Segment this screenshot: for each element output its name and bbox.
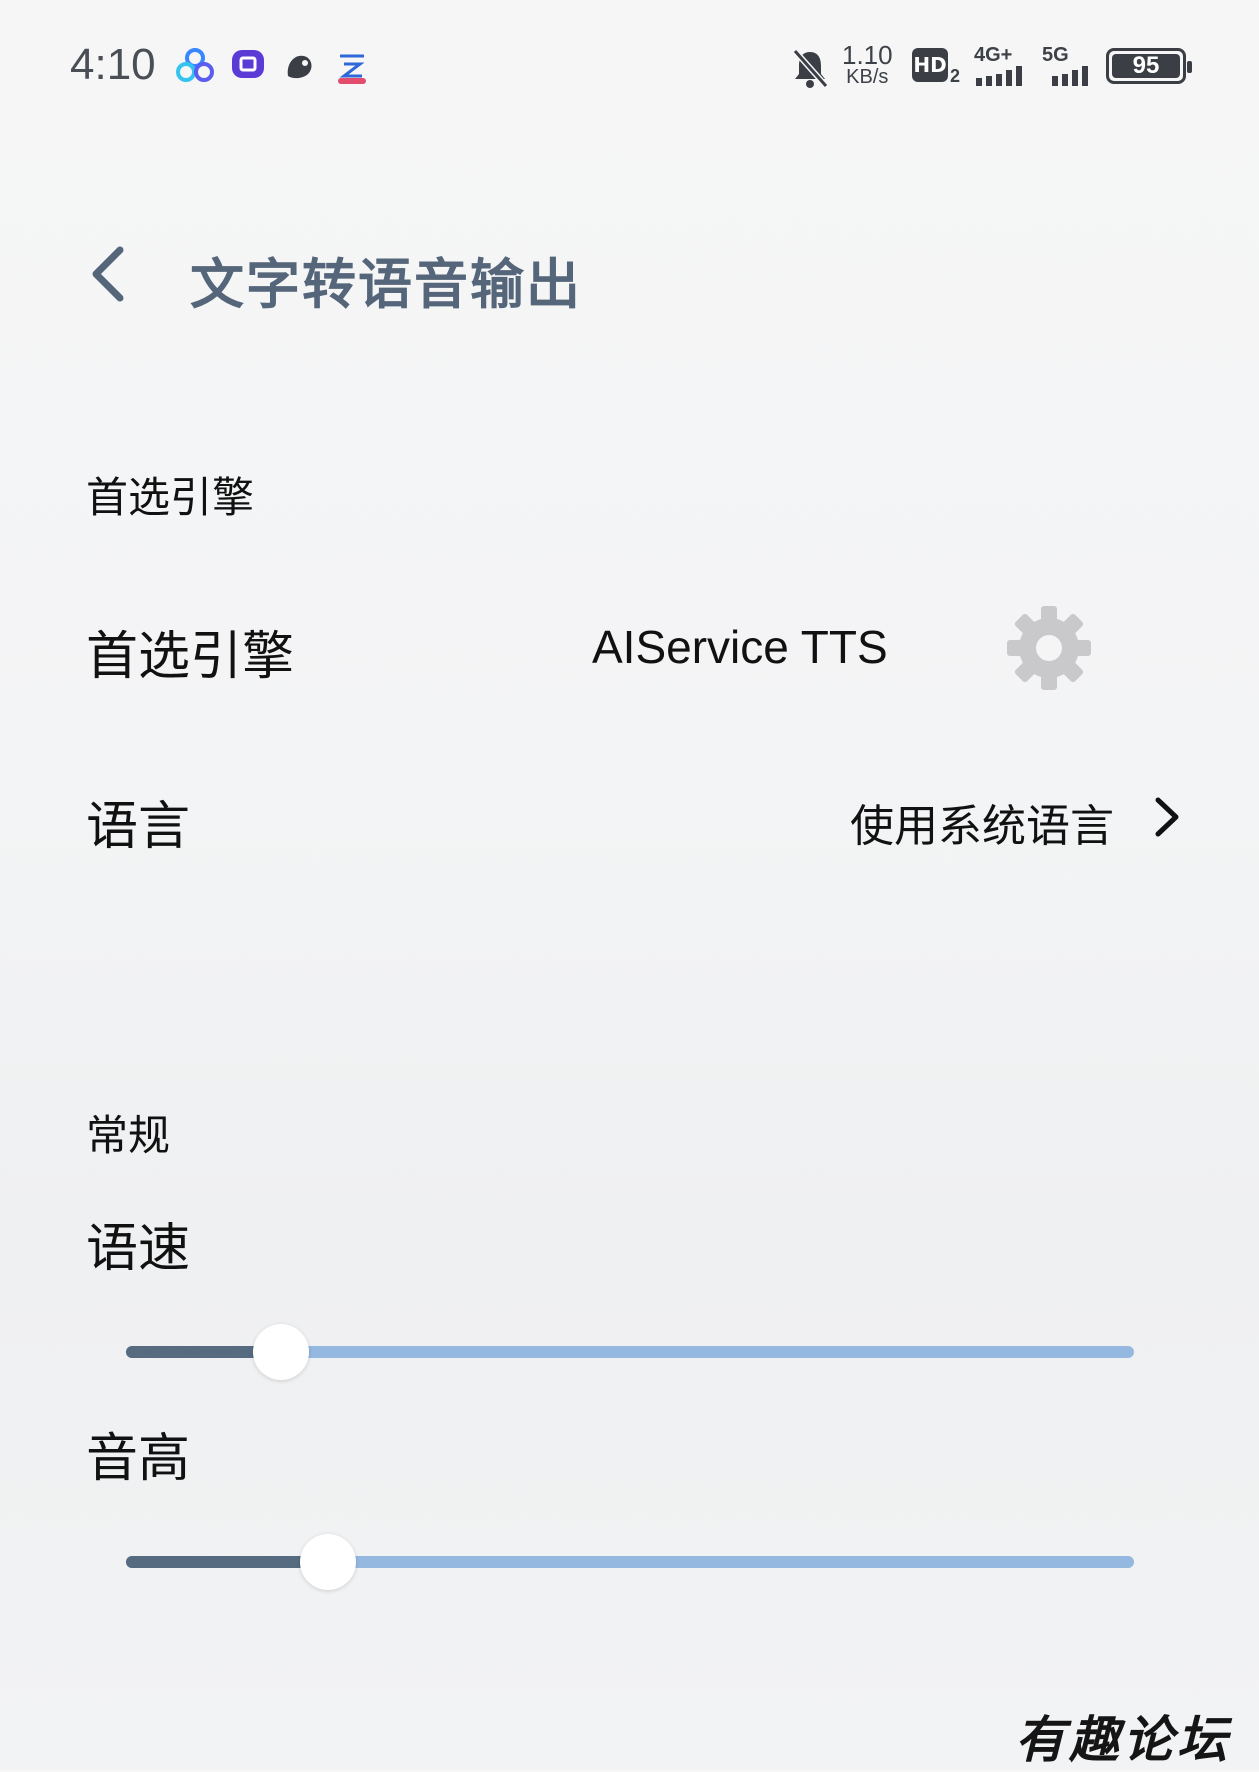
gear-icon[interactable]	[1005, 604, 1093, 692]
signal-bars-icon	[1052, 66, 1088, 86]
cloud-ai-icon	[338, 54, 366, 84]
slider-thumb[interactable]	[253, 1324, 310, 1380]
section-heading-engine: 首选引擎	[86, 473, 255, 522]
signal-bars-icon	[976, 66, 1022, 86]
speech-rate-slider[interactable]	[126, 1324, 1134, 1380]
net-speed-value: 1.10	[842, 40, 893, 70]
hd-sub: 2	[950, 66, 961, 86]
speech-rate-label: 语速	[86, 1219, 191, 1279]
chevron-right-icon[interactable]	[1148, 792, 1184, 842]
language-value[interactable]: 使用系统语言	[850, 790, 1114, 854]
language-label[interactable]: 语言	[86, 784, 190, 859]
slider-fill	[126, 1556, 328, 1568]
baidu-netdisk-icon	[176, 48, 214, 82]
status-time: 4:10	[70, 40, 156, 89]
page-title: 文字转语音输出	[190, 253, 582, 316]
tieba-icon	[232, 50, 264, 78]
engine-label[interactable]: 首选引擎	[86, 614, 294, 689]
pitch-label: 音高	[86, 1429, 191, 1489]
net-speed-unit: KB/s	[846, 66, 889, 88]
engine-value[interactable]: AIService TTS	[592, 620, 888, 674]
battery-icon: 95	[1106, 48, 1192, 84]
pitch-slider[interactable]	[126, 1534, 1134, 1590]
chevron-left-icon[interactable]	[84, 244, 134, 304]
watermark: 有趣论坛	[1015, 1710, 1231, 1769]
section-heading-general: 常规	[86, 1111, 171, 1160]
battery-level: 95	[1132, 52, 1160, 79]
squirrel-icon	[287, 55, 312, 79]
slider-thumb[interactable]	[299, 1534, 356, 1590]
bell-off-icon	[792, 49, 829, 88]
hd-badge: HD	[912, 48, 948, 82]
